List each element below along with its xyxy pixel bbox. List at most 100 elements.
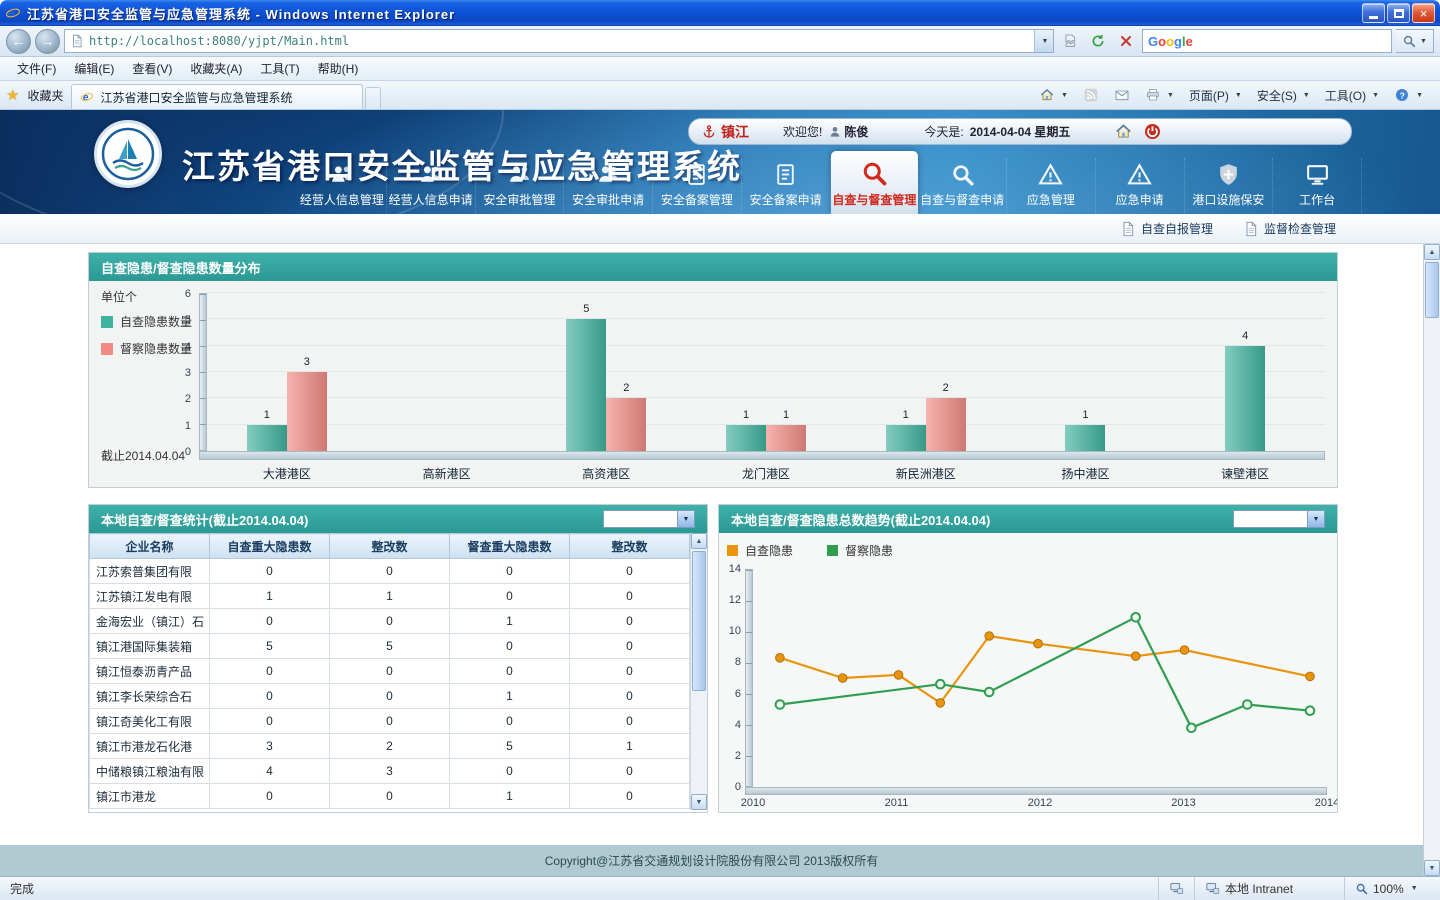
nav-item-label: 经营人信息管理 xyxy=(300,191,384,208)
nav-item[interactable]: 安全审批管理 xyxy=(476,158,565,214)
chevron-down-icon: ▼ xyxy=(1411,885,1418,892)
security-zone: 本地 Intranet xyxy=(1194,877,1344,900)
address-dropdown-button[interactable]: ▼ xyxy=(1034,30,1053,52)
mail-icon xyxy=(1114,87,1130,103)
page-scrollbar[interactable]: ▲ ▼ xyxy=(1423,244,1440,876)
value-cell: 0 xyxy=(450,759,570,784)
self-check-bar xyxy=(1065,425,1105,451)
help-button[interactable]: ?▼ xyxy=(1387,83,1430,107)
logout-button[interactable] xyxy=(1143,122,1162,141)
self-check-bar xyxy=(886,425,926,451)
search-input[interactable]: Google xyxy=(1142,29,1392,53)
refresh-button[interactable] xyxy=(1086,29,1110,53)
zoom-control[interactable]: 100% ▼ xyxy=(1344,877,1440,900)
toolbar-button[interactable]: 工具(O)▼ xyxy=(1318,83,1386,108)
value-cell: 4 xyxy=(210,759,330,784)
nav-item[interactable]: 安全备案管理 xyxy=(653,158,742,214)
menu-item[interactable]: 收藏夹(A) xyxy=(181,57,251,80)
menu-item[interactable]: 编辑(E) xyxy=(65,57,123,80)
company-name-cell: 中储粮镇江粮油有限 xyxy=(90,759,210,784)
page-icon xyxy=(1243,221,1259,237)
scroll-down-icon[interactable]: ▼ xyxy=(1424,860,1440,876)
toolbar-button[interactable]: 页面(P)▼ xyxy=(1182,83,1249,108)
nav-item[interactable]: 经营人信息管理 xyxy=(298,158,387,214)
search-button[interactable]: ▼ xyxy=(1396,29,1434,53)
compatibility-view-button[interactable] xyxy=(1058,29,1082,53)
search-icon xyxy=(860,159,888,187)
stop-button[interactable] xyxy=(1114,29,1138,53)
company-name-cell: 镇江港国际集装箱 xyxy=(90,634,210,659)
stats-table-filter-select[interactable]: ▼ xyxy=(603,510,695,528)
data-point-marker xyxy=(985,688,994,697)
portal-home-button[interactable] xyxy=(1114,122,1133,141)
value-cell: 1 xyxy=(450,684,570,709)
forward-button[interactable]: → xyxy=(35,29,60,54)
toolbar-button[interactable]: 安全(S)▼ xyxy=(1250,83,1317,108)
browser-tab[interactable]: e 江苏省港口安全监管与应急管理系统 xyxy=(71,84,363,109)
table-row[interactable]: 金海宏业（镇江）石0010 xyxy=(90,609,690,634)
value-cell: 0 xyxy=(570,759,690,784)
nav-item[interactable]: 安全审批申请 xyxy=(564,158,653,214)
submenu-item[interactable]: 自查自报管理 xyxy=(1120,220,1213,237)
nav-item[interactable]: 应急申请 xyxy=(1096,158,1185,214)
value-cell: 0 xyxy=(330,559,450,584)
nav-item[interactable]: 港口设施保安 xyxy=(1185,158,1274,214)
favorites-star-icon[interactable]: ★ xyxy=(6,86,19,104)
scroll-up-icon[interactable]: ▲ xyxy=(691,533,707,549)
value-cell: 0 xyxy=(450,634,570,659)
table-row[interactable]: 江苏索普集团有限0000 xyxy=(90,559,690,584)
warning-icon xyxy=(1127,162,1152,187)
menu-item[interactable]: 查看(V) xyxy=(123,57,181,80)
toolbar-button-label: 工具(O) xyxy=(1325,87,1366,104)
line-chart-title: 本地自查/督查隐患总数趋势(截止2014.04.04) xyxy=(731,510,990,529)
status-bar: 完成 本地 Intranet 100% ▼ xyxy=(0,876,1440,900)
value-cell: 0 xyxy=(570,684,690,709)
new-tab-stub[interactable] xyxy=(365,87,381,109)
table-row[interactable]: 中储粮镇江粮油有限4300 xyxy=(90,759,690,784)
chevron-down-icon: ▼ xyxy=(1042,38,1049,45)
menu-item[interactable]: 帮助(H) xyxy=(309,57,368,80)
y-tick-label: 1 xyxy=(185,420,191,432)
nav-item[interactable]: 自查与督查申请 xyxy=(918,158,1007,214)
back-button[interactable]: ← xyxy=(6,29,31,54)
table-row[interactable]: 镇江恒泰沥青产品0000 xyxy=(90,659,690,684)
table-row[interactable]: 镇江港国际集装箱5500 xyxy=(90,634,690,659)
nav-item[interactable]: 安全备案申请 xyxy=(742,158,831,214)
table-scrollbar[interactable]: ▲ ▼ xyxy=(690,533,707,810)
line-chart-y-labels: 02468101214 xyxy=(721,569,743,787)
read-mail-button[interactable] xyxy=(1107,83,1137,107)
nav-item[interactable]: 自查与督查管理 xyxy=(831,151,919,214)
chevron-down-icon: ▼ xyxy=(1167,92,1174,99)
submenu-item[interactable]: 监督检查管理 xyxy=(1243,220,1336,237)
scrollbar-thumb[interactable] xyxy=(692,551,706,691)
maximize-button[interactable] xyxy=(1387,3,1410,23)
print-button[interactable]: ▼ xyxy=(1138,83,1181,107)
data-point-marker xyxy=(1131,652,1140,661)
nav-item[interactable]: 应急管理 xyxy=(1007,158,1096,214)
table-row[interactable]: 江苏镇江发电有限1100 xyxy=(90,584,690,609)
value-cell: 0 xyxy=(210,559,330,584)
line-series xyxy=(780,617,1310,728)
table-row[interactable]: 镇江奇美化工有限0000 xyxy=(90,709,690,734)
home-button[interactable]: ▼ xyxy=(1032,83,1075,107)
close-button[interactable]: × xyxy=(1412,3,1435,23)
line-chart-filter-select[interactable]: ▼ xyxy=(1233,510,1325,528)
column-header: 整改数 xyxy=(570,534,690,559)
feeds-button[interactable] xyxy=(1076,83,1106,107)
address-input[interactable]: http://localhost:8080/yjpt/Main.html ▼ xyxy=(64,29,1054,53)
scroll-up-icon[interactable]: ▲ xyxy=(1424,244,1440,260)
bar-group: 52 xyxy=(526,293,686,451)
table-row[interactable]: 镇江李长荣综合石0010 xyxy=(90,684,690,709)
menu-item[interactable]: 工具(T) xyxy=(251,57,308,80)
favorites-button[interactable]: 收藏夹 xyxy=(23,84,67,107)
nav-item[interactable]: 工作台 xyxy=(1273,158,1362,214)
minimize-button[interactable] xyxy=(1362,3,1385,23)
scroll-down-icon[interactable]: ▼ xyxy=(691,794,707,810)
table-row[interactable]: 镇江市港龙0010 xyxy=(90,784,690,809)
bar-group: 12 xyxy=(846,293,1006,451)
value-cell: 0 xyxy=(570,559,690,584)
menu-item[interactable]: 文件(F) xyxy=(8,57,65,80)
nav-item[interactable]: 经营人信息申请 xyxy=(387,158,476,214)
scrollbar-thumb[interactable] xyxy=(1425,262,1439,318)
table-row[interactable]: 镇江市港龙石化港3251 xyxy=(90,734,690,759)
